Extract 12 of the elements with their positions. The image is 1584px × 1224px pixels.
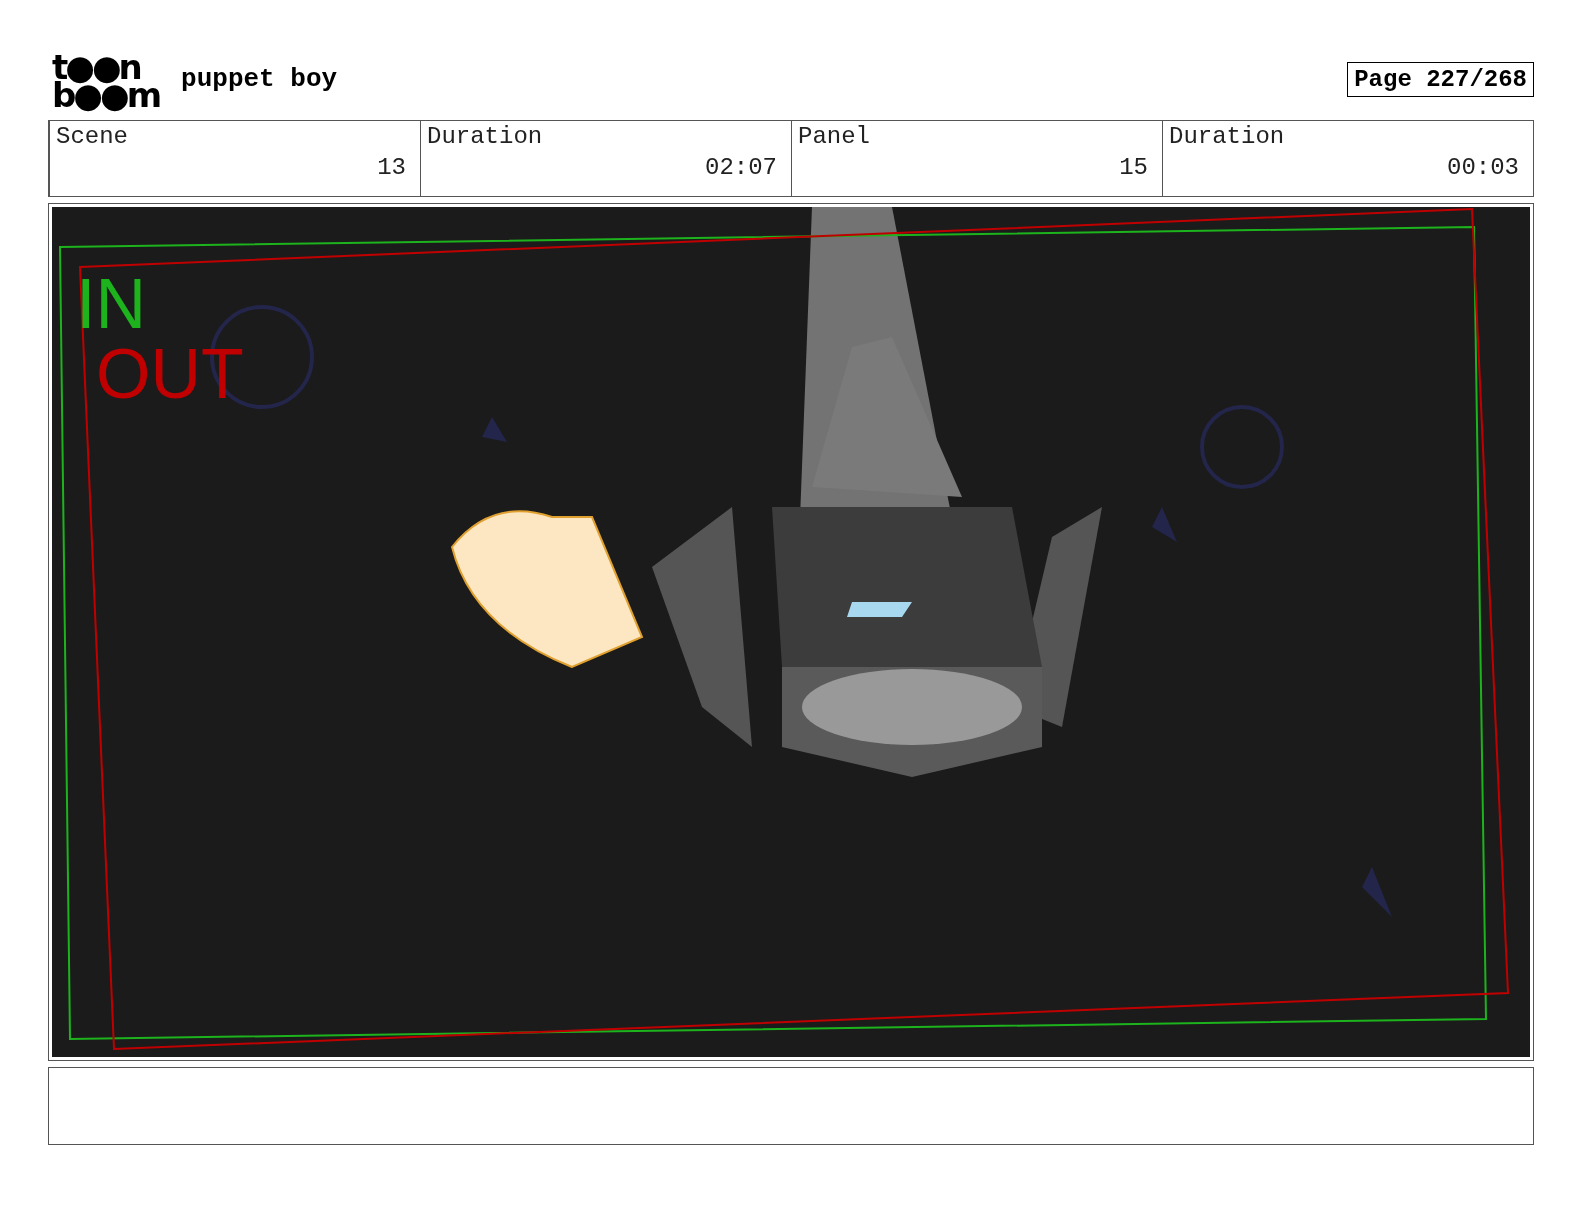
field-value: 13 [377,154,406,181]
field-value: 15 [1119,154,1148,181]
frame-label: OUT [96,339,244,409]
field-value: 02:07 [705,154,777,181]
field-label: Duration [427,123,544,150]
field-value: 00:03 [1447,154,1519,181]
field-label: Panel [798,123,871,150]
field-label: Scene [56,123,129,150]
field-label: Duration [1169,123,1286,150]
page-number: Page 227/268 [1347,61,1534,97]
project-title: puppet boy [181,64,338,94]
frame-label: IN [76,269,146,339]
